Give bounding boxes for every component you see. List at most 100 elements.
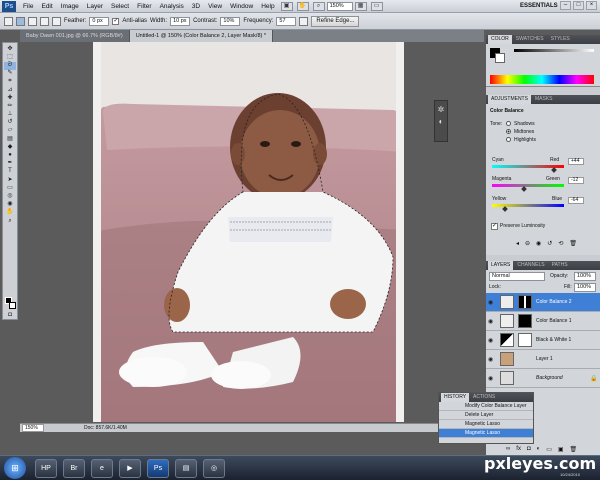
tab-color[interactable]: COLOR bbox=[488, 35, 512, 44]
back-icon[interactable]: ◂ bbox=[516, 240, 519, 247]
color-bg-swatch[interactable] bbox=[495, 53, 505, 63]
contrast-input[interactable]: 10% bbox=[220, 16, 241, 26]
tab-layers[interactable]: LAYERS bbox=[488, 261, 514, 270]
type-tool-icon[interactable]: T bbox=[4, 168, 16, 176]
radio-shadows[interactable] bbox=[506, 121, 511, 126]
menu-edit[interactable]: Edit bbox=[37, 0, 56, 13]
taskbar-photoshop-icon[interactable]: Ps bbox=[147, 458, 169, 478]
marquee-tool-icon[interactable]: ⬚ bbox=[4, 54, 16, 62]
path-select-tool-icon[interactable]: ➤ bbox=[4, 177, 16, 185]
taskbar-ie-icon[interactable]: e bbox=[91, 458, 113, 478]
close-icon[interactable]: × bbox=[586, 1, 597, 10]
cyan-red-slider[interactable] bbox=[492, 165, 564, 173]
color-ramp[interactable] bbox=[490, 75, 594, 84]
info-icon[interactable]: ◐ bbox=[435, 116, 447, 128]
background-color-swatch[interactable] bbox=[9, 302, 16, 309]
fx-icon[interactable]: fx bbox=[516, 446, 521, 453]
taskbar-bridge-icon[interactable]: Br bbox=[63, 458, 85, 478]
menu-image[interactable]: Image bbox=[57, 0, 83, 13]
menu-window[interactable]: Window bbox=[226, 0, 257, 13]
opacity-input[interactable]: 100% bbox=[574, 272, 596, 281]
menu-help[interactable]: Help bbox=[257, 0, 278, 13]
subtract-selection-icon[interactable] bbox=[40, 16, 49, 26]
visibility-eye-icon[interactable]: ◉ bbox=[488, 356, 493, 363]
preserve-luminosity-checkbox[interactable]: ✓ bbox=[491, 223, 498, 230]
history-brush-tool-icon[interactable]: ↺ bbox=[4, 119, 16, 127]
navigator-icon[interactable]: ✲ bbox=[435, 104, 447, 116]
menu-filter[interactable]: Filter bbox=[133, 0, 155, 13]
tablet-pressure-icon[interactable] bbox=[299, 16, 309, 26]
clone-stamp-tool-icon[interactable]: ⊥ bbox=[4, 111, 16, 119]
add-selection-icon[interactable] bbox=[28, 16, 37, 26]
3d-orbit-tool-icon[interactable]: ◉ bbox=[4, 201, 16, 209]
tab-actions[interactable]: ACTIONS bbox=[470, 393, 498, 402]
menu-file[interactable]: File bbox=[19, 0, 37, 13]
screen-mode-icon[interactable]: ▭ bbox=[370, 1, 383, 11]
new-layer-icon[interactable]: ▣ bbox=[558, 446, 564, 453]
layer-mask-thumb[interactable] bbox=[518, 333, 532, 347]
layer-color-balance-1[interactable]: ◉ Color Balance 1 bbox=[486, 312, 600, 331]
color-slider-track[interactable] bbox=[514, 49, 594, 52]
status-zoom-input[interactable]: 150% bbox=[22, 424, 44, 432]
pen-tool-icon[interactable]: ✒ bbox=[4, 160, 16, 168]
visibility-eye-icon[interactable]: ◉ bbox=[488, 299, 493, 306]
tab-adjustments[interactable]: ADJUSTMENTS bbox=[488, 95, 531, 104]
history-item[interactable]: Delete Layer bbox=[439, 411, 533, 420]
visibility-icon[interactable]: ◉ bbox=[536, 240, 541, 247]
layer-color-balance-2[interactable]: ◉ Color Balance 2 bbox=[486, 293, 600, 312]
antialias-checkbox[interactable]: ✓ bbox=[112, 17, 120, 25]
taskbar-media-icon[interactable]: ▶ bbox=[119, 458, 141, 478]
minimize-icon[interactable]: – bbox=[560, 1, 571, 10]
quick-mask-icon[interactable]: ◘ bbox=[4, 312, 16, 320]
brush-tool-icon[interactable]: ✏ bbox=[4, 103, 16, 111]
new-selection-icon[interactable] bbox=[16, 16, 25, 26]
lasso-tool-icon[interactable]: ᘐ bbox=[4, 61, 16, 70]
visibility-eye-icon[interactable]: ◉ bbox=[488, 337, 493, 344]
tab-untitled-1[interactable]: Untitled-1 @ 150% (Color Balance 2, Laye… bbox=[129, 30, 274, 42]
cyan-red-knob[interactable] bbox=[551, 167, 557, 173]
document-canvas[interactable] bbox=[93, 42, 404, 422]
healing-brush-tool-icon[interactable]: ✚ bbox=[4, 95, 16, 103]
eyedropper-tool-icon[interactable]: ⊿ bbox=[4, 87, 16, 95]
trash-icon[interactable]: 🗑 bbox=[569, 240, 577, 247]
tab-history[interactable]: HISTORY bbox=[441, 393, 470, 402]
3d-rotate-tool-icon[interactable]: ◎ bbox=[4, 193, 16, 201]
tab-channels[interactable]: CHANNELS bbox=[514, 261, 547, 270]
reset-icon[interactable]: ⟲ bbox=[558, 240, 563, 247]
history-item-current[interactable]: Magnetic Lasso bbox=[439, 429, 533, 438]
refine-edge-button[interactable]: Refine Edge... bbox=[311, 15, 360, 27]
menu-layer[interactable]: Layer bbox=[83, 0, 107, 13]
visibility-eye-icon[interactable]: ◉ bbox=[488, 375, 493, 382]
arrange-icon[interactable]: ▦ bbox=[354, 1, 367, 11]
yellow-blue-knob[interactable] bbox=[502, 206, 508, 212]
tab-swatches[interactable]: SWATCHES bbox=[513, 35, 547, 44]
menu-select[interactable]: Select bbox=[107, 0, 133, 13]
menu-analysis[interactable]: Analysis bbox=[156, 0, 188, 13]
visibility-eye-icon[interactable]: ◉ bbox=[488, 318, 493, 325]
menu-3d[interactable]: 3D bbox=[188, 0, 204, 13]
width-input[interactable]: 10 px bbox=[170, 16, 191, 26]
zoom-level[interactable]: 150% bbox=[326, 1, 353, 11]
layer-mask-thumb[interactable] bbox=[518, 295, 532, 309]
delete-layer-icon[interactable]: 🗑 bbox=[570, 446, 578, 453]
fill-input[interactable]: 100% bbox=[574, 283, 596, 292]
quick-select-tool-icon[interactable]: ✎ bbox=[4, 70, 16, 78]
new-group-icon[interactable]: ▭ bbox=[546, 446, 552, 453]
maximize-icon[interactable]: □ bbox=[573, 1, 584, 10]
cyan-red-value[interactable]: +44 bbox=[568, 158, 584, 165]
gradient-tool-icon[interactable]: ▤ bbox=[4, 136, 16, 144]
dodge-tool-icon[interactable]: ● bbox=[4, 152, 16, 160]
hand-icon[interactable]: ✋ bbox=[296, 1, 309, 11]
layer-background[interactable]: ◉ Background 🔒 bbox=[486, 369, 600, 388]
taskbar-chrome-icon[interactable]: ◎ bbox=[203, 458, 225, 478]
bridge-icon[interactable]: ▣ bbox=[280, 1, 293, 11]
eraser-tool-icon[interactable]: ▱ bbox=[4, 127, 16, 135]
hand-tool-icon[interactable]: ✋ bbox=[4, 209, 16, 217]
tab-baby-dawn[interactable]: Baby Dawn 001.jpg @ 66.7% (RGB/8#) bbox=[20, 30, 130, 42]
intersect-selection-icon[interactable] bbox=[52, 16, 61, 26]
zoom-icon[interactable]: ⌕ bbox=[312, 1, 325, 11]
yellow-blue-value[interactable]: -64 bbox=[568, 197, 584, 204]
menu-view[interactable]: View bbox=[204, 0, 226, 13]
layer-mask-thumb[interactable] bbox=[518, 314, 532, 328]
shape-tool-icon[interactable]: ▭ bbox=[4, 185, 16, 193]
